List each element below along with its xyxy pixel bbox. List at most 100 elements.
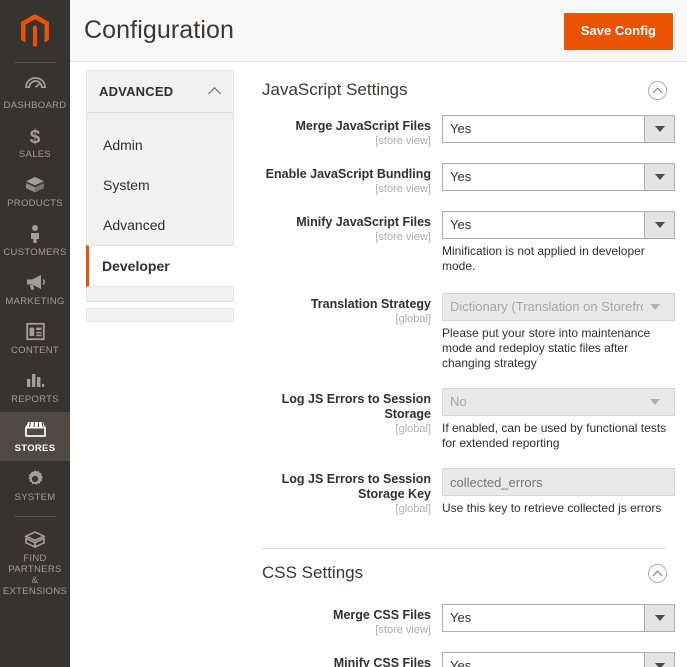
config-nav-item-advanced[interactable]: Advanced (87, 205, 233, 245)
field-scope: [store view] (375, 231, 431, 243)
field-label-text: Log JS Errors to Session Storage Key (281, 472, 431, 501)
field-note: Minification is not applied in developer… (442, 244, 645, 273)
magento-logo-icon (21, 14, 49, 47)
main-area: Configuration Save Config ADVANCED Admin… (70, 0, 687, 667)
save-config-button[interactable]: Save Config (563, 13, 673, 50)
field-minify-css-files: Minify CSS Files [store view] Yes Minifi… (256, 651, 675, 667)
field-label-text: Merge JavaScript Files (295, 119, 431, 133)
field-label-text: Merge CSS Files (333, 608, 431, 622)
select-value: Dictionary (Translation on Storefront) (450, 299, 643, 314)
stores-icon (24, 420, 47, 440)
sales-icon: $ (28, 126, 42, 148)
field-label: Enable JavaScript Bundling [store view] (256, 162, 442, 196)
config-nav-items: Admin System Advanced Developer (86, 113, 234, 302)
system-gear-icon (25, 469, 45, 489)
field-translation-strategy: Translation Strategy [global] Dictionary… (256, 292, 675, 371)
chevron-down-icon (644, 116, 674, 142)
dashboard-icon (24, 76, 46, 97)
field-minify-javascript-files: Minify JavaScript Files [store view] Yes… (256, 210, 675, 274)
field-merge-javascript-files: Merge JavaScript Files [store view] Yes (256, 114, 675, 148)
field-scope: [store view] (375, 624, 431, 636)
sidebar-item-system[interactable]: System (0, 461, 70, 510)
field-log-js-errors-to-session-storage-key: Log JS Errors to Session Storage Key [gl… (256, 467, 675, 516)
field-control: Yes (442, 603, 675, 632)
sidebar-item-reports[interactable]: Reports (0, 363, 70, 412)
config-nav-item-developer[interactable]: Developer (86, 245, 234, 287)
log-js-errors-key-input[interactable] (442, 468, 675, 496)
select-value: Yes (450, 217, 472, 232)
magento-logo[interactable] (0, 0, 70, 62)
reports-icon (25, 371, 45, 391)
field-scope: [global] (395, 503, 431, 515)
extensions-icon (24, 530, 46, 550)
sidebar-item-label: Content (10, 344, 59, 356)
select-value: Yes (450, 610, 472, 625)
enable-javascript-bundling-select[interactable]: Yes (442, 163, 675, 191)
magento-admin-configuration-page: Dashboard $ Sales Products Customers Mar… (0, 0, 687, 667)
field-note: If enabled, can be used by functional te… (442, 421, 667, 450)
field-scope: [global] (395, 313, 431, 325)
field-control: Yes (442, 114, 675, 143)
sidebar-item-label: Marketing (5, 295, 65, 307)
field-enable-javascript-bundling: Enable JavaScript Bundling [store view] … (256, 162, 675, 196)
field-label: Minify CSS Files [store view] (256, 651, 442, 667)
field-merge-css-files: Merge CSS Files [store view] Yes (256, 603, 675, 637)
minify-css-files-select[interactable]: Yes (442, 652, 675, 667)
config-nav: ADVANCED Admin System Advanced Developer (86, 70, 234, 322)
field-control: Yes (442, 162, 675, 191)
merge-css-files-select[interactable]: Yes (442, 604, 675, 632)
field-label: Log JS Errors to Session Storage [global… (256, 387, 442, 436)
config-nav-collapsed-section[interactable] (86, 308, 234, 322)
field-label-text: Enable JavaScript Bundling (265, 167, 431, 181)
select-value: Yes (450, 658, 472, 667)
field-scope: [store view] (375, 135, 431, 147)
sidebar-item-label: Products (7, 197, 63, 209)
customers-icon (28, 224, 42, 244)
sidebar-item-products[interactable]: Products (0, 167, 70, 216)
field-scope: [store view] (375, 183, 431, 195)
merge-javascript-files-select[interactable]: Yes (442, 115, 675, 143)
select-value: No (450, 394, 467, 409)
field-label-text: Translation Strategy (310, 297, 431, 311)
sidebar-item-label: Find Partners & Extensions (2, 553, 68, 597)
chevron-down-icon (644, 212, 674, 238)
minify-javascript-files-select[interactable]: Yes (442, 211, 675, 239)
config-nav-item-admin[interactable]: Admin (87, 125, 233, 165)
section-header-css-settings[interactable]: CSS Settings (256, 549, 671, 597)
config-nav-item-system[interactable]: System (87, 165, 233, 205)
log-js-errors-select: No (442, 388, 675, 416)
sidebar-item-marketing[interactable]: Marketing (0, 265, 70, 314)
chevron-down-icon (644, 164, 674, 190)
rail-divider-bottom (14, 516, 56, 517)
products-icon (24, 175, 46, 195)
field-control: Dictionary (Translation on Storefront) P… (442, 292, 675, 371)
chevron-up-circle-icon[interactable] (648, 563, 667, 583)
section-header-javascript-settings[interactable]: JavaScript Settings (256, 70, 671, 114)
field-label: Merge JavaScript Files [store view] (256, 114, 442, 148)
chevron-up-circle-icon[interactable] (648, 80, 667, 100)
sidebar-item-sales[interactable]: $ Sales (0, 118, 70, 167)
field-note: Please put your store into maintenance m… (442, 326, 651, 370)
fieldset-javascript-settings: JavaScript Settings Merge JavaScript Fil… (256, 70, 675, 536)
sidebar-item-find-partners-extensions[interactable]: Find Partners & Extensions (0, 523, 70, 604)
content-icon (25, 322, 45, 342)
field-note: Use this key to retrieve collected js er… (442, 501, 662, 515)
select-value: Yes (450, 169, 472, 184)
field-label: Translation Strategy [global] (256, 292, 442, 326)
field-control: Yes Minification is not applied in devel… (442, 651, 675, 667)
sidebar-item-customers[interactable]: Customers (0, 216, 70, 265)
config-content: JavaScript Settings Merge JavaScript Fil… (234, 70, 687, 667)
field-control: Yes Minification is not applied in devel… (442, 210, 675, 274)
sidebar-item-stores[interactable]: Stores (0, 412, 70, 461)
config-nav-section-advanced[interactable]: ADVANCED (86, 70, 234, 113)
chevron-down-icon (640, 294, 670, 320)
sidebar-item-dashboard[interactable]: Dashboard (0, 69, 70, 118)
field-label: Minify JavaScript Files [store view] (256, 210, 442, 244)
admin-sidebar: Dashboard $ Sales Products Customers Mar… (0, 0, 70, 667)
sidebar-item-content[interactable]: Content (0, 314, 70, 363)
config-nav-section-label: ADVANCED (99, 84, 174, 99)
field-control: Use this key to retrieve collected js er… (442, 467, 675, 516)
field-scope: [global] (395, 423, 431, 435)
sidebar-item-label: Customers (3, 246, 67, 258)
field-label-text: Minify JavaScript Files (296, 215, 431, 229)
